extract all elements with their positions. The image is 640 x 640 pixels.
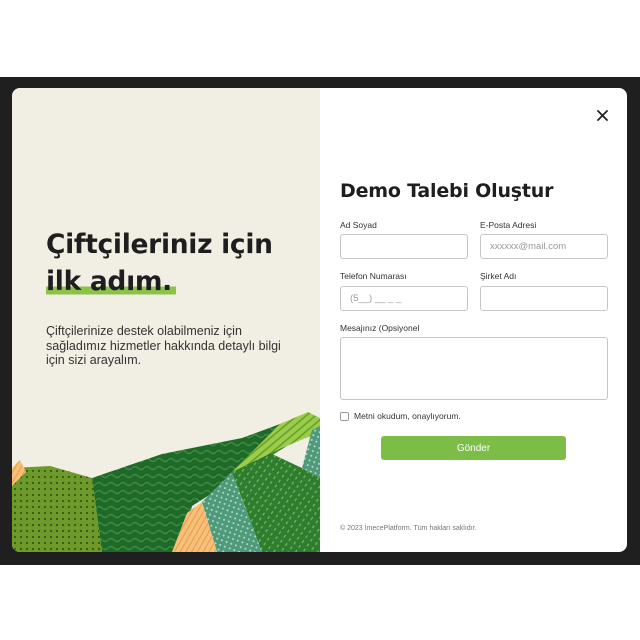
- close-icon: [596, 109, 608, 121]
- email-input[interactable]: [480, 234, 608, 259]
- message-label: Mesajınız (Opsiyonel: [340, 323, 420, 333]
- farm-fields-illustration: [12, 412, 320, 552]
- close-button[interactable]: [591, 104, 613, 126]
- consent-checkbox[interactable]: [340, 411, 349, 421]
- form-panel: Demo Talebi Oluştur Ad Soyad E-Posta Adr…: [320, 88, 627, 552]
- phone-label: Telefon Numarası: [340, 271, 407, 281]
- name-input[interactable]: [340, 234, 468, 259]
- copyright-footer: © 2023 İmecePlatform. Tüm hakları saklıd…: [340, 525, 477, 532]
- consent-label: Metni okudum, onaylıyorum.: [354, 411, 461, 421]
- demo-request-modal: Çiftçileriniz için ilk adım. Çiftçilerin…: [12, 88, 627, 552]
- hero-panel: Çiftçileriniz için ilk adım. Çiftçilerin…: [12, 88, 320, 552]
- hero-description: Çiftçilerinize destek olabilmeniz için s…: [46, 324, 281, 367]
- hero-title-highlight: ilk adım.: [46, 266, 176, 297]
- consent-row[interactable]: Metni okudum, onaylıyorum.: [340, 411, 461, 421]
- company-label: Şirket Adı: [480, 271, 517, 281]
- name-label: Ad Soyad: [340, 220, 377, 230]
- hero-title: Çiftçileriniz için ilk adım.: [46, 226, 273, 300]
- hero-title-line1: Çiftçileriniz için: [46, 229, 273, 260]
- submit-button[interactable]: Gönder: [381, 436, 566, 460]
- phone-input[interactable]: [340, 286, 468, 311]
- company-input[interactable]: [480, 286, 608, 311]
- email-label: E-Posta Adresi: [480, 220, 537, 230]
- message-textarea[interactable]: [340, 337, 608, 400]
- form-title: Demo Talebi Oluştur: [340, 180, 554, 202]
